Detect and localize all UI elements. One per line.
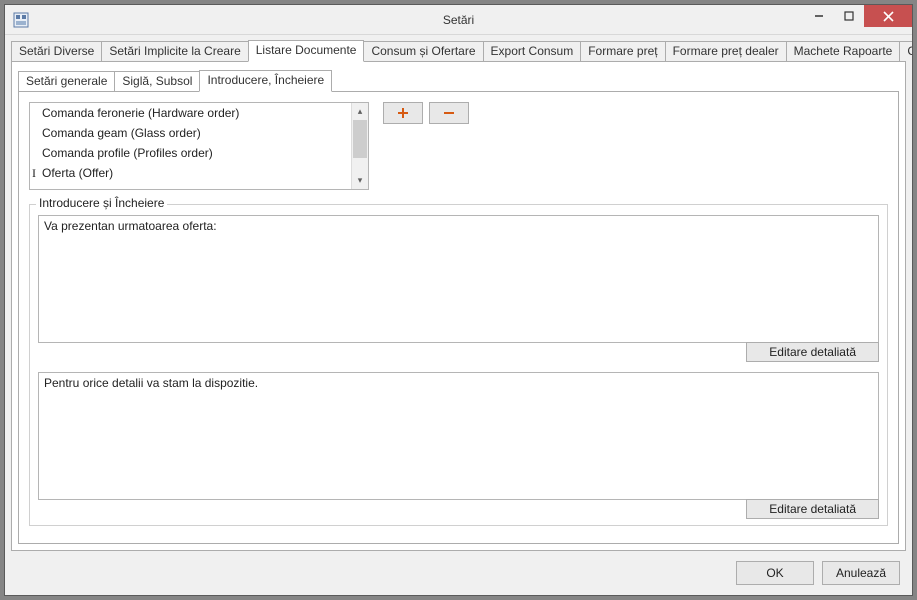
window-title: Setări [5, 13, 912, 27]
remove-button[interactable] [429, 102, 469, 124]
tab-machete-rapoarte[interactable]: Machete Rapoarte [786, 41, 901, 61]
list-item[interactable]: Comanda geam (Glass order) [30, 123, 351, 143]
group-legend: Introducere și Încheiere [36, 196, 167, 210]
tab-listare-documente[interactable]: Listare Documente [248, 40, 365, 62]
tab-consum-ofertare[interactable]: Consum și Ofertare [363, 41, 483, 61]
document-type-list[interactable]: Comanda feronerie (Hardware order) Coman… [29, 102, 369, 190]
app-icon [13, 12, 29, 28]
top-row: Comanda feronerie (Hardware order) Coman… [29, 102, 888, 190]
minimize-button[interactable] [804, 5, 834, 27]
outro-block: Pentru orice detalii va stam la dispozit… [38, 372, 879, 519]
tab-export-consum[interactable]: Export Consum [483, 41, 582, 61]
outro-edit-button[interactable]: Editare detaliată [746, 499, 879, 519]
window-controls [804, 5, 912, 27]
intro-outro-group: Introducere și Încheiere Va prezentan ur… [29, 204, 888, 526]
settings-window: Setări Setări Diverse Setări Implicite l… [4, 4, 913, 596]
tab-setari-diverse[interactable]: Setări Diverse [11, 41, 102, 61]
outro-textarea[interactable]: Pentru orice detalii va stam la dispozit… [38, 372, 879, 500]
scroll-down-icon[interactable]: ▾ [352, 172, 368, 189]
titlebar: Setări [5, 5, 912, 35]
sub-tab-panel: Comanda feronerie (Hardware order) Coman… [18, 92, 899, 544]
tab-formare-pret-dealer[interactable]: Formare preț dealer [665, 41, 787, 61]
scroll-thumb[interactable] [353, 120, 367, 158]
main-tabstrip: Setări Diverse Setări Implicite la Crear… [11, 40, 906, 62]
subtab-sigla-subsol[interactable]: Siglă, Subsol [114, 71, 200, 91]
tab-conectarea[interactable]: Conectarea la d [899, 41, 912, 61]
tab-setari-implicite[interactable]: Setări Implicite la Creare [101, 41, 248, 61]
subtab-introducere-incheiere[interactable]: Introducere, Încheiere [199, 70, 332, 92]
close-button[interactable] [864, 5, 912, 27]
maximize-button[interactable] [834, 5, 864, 27]
window-content: Setări Diverse Setări Implicite la Crear… [5, 35, 912, 595]
subtab-setari-generale[interactable]: Setări generale [18, 71, 115, 91]
add-button[interactable] [383, 102, 423, 124]
list-item[interactable]: Oferta (Offer) [30, 163, 351, 183]
cancel-button[interactable]: Anulează [822, 561, 900, 585]
list-scrollbar[interactable]: ▴ ▾ [351, 103, 368, 189]
list-item[interactable]: Comanda profile (Profiles order) [30, 143, 351, 163]
tab-formare-pret[interactable]: Formare preț [580, 41, 665, 61]
scroll-track[interactable] [352, 120, 368, 172]
intro-block: Va prezentan urmatoarea oferta: Editare … [38, 215, 879, 362]
intro-edit-button[interactable]: Editare detaliată [746, 342, 879, 362]
minus-icon [443, 107, 455, 119]
dialog-buttons: OK Anulează [11, 551, 906, 589]
ok-button[interactable]: OK [736, 561, 814, 585]
list-item[interactable]: Comanda feronerie (Hardware order) [30, 103, 351, 123]
sub-tabstrip: Setări generale Siglă, Subsol Introducer… [18, 70, 899, 92]
scroll-up-icon[interactable]: ▴ [352, 103, 368, 120]
list-toolbar [383, 102, 469, 124]
plus-icon [397, 107, 409, 119]
intro-textarea[interactable]: Va prezentan urmatoarea oferta: [38, 215, 879, 343]
main-tab-panel: Setări generale Siglă, Subsol Introducer… [11, 62, 906, 551]
